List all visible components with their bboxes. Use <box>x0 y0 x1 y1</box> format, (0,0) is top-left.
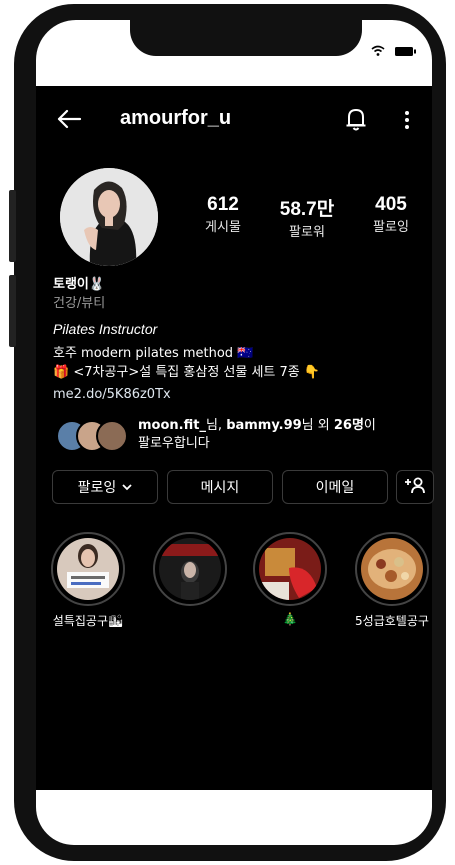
profile-username: amourfor_u <box>120 107 232 129</box>
highlight-ring <box>355 532 429 606</box>
highlight-label: 5성급호텔공구 <box>355 614 429 628</box>
status-bar <box>371 42 417 61</box>
stat-posts-label: 게시물 <box>205 220 241 235</box>
highlight-thumbnail <box>259 538 321 600</box>
stat-posts-count: 612 <box>207 194 239 215</box>
stat-followers[interactable]: 58.7만 팔로워 <box>268 194 346 240</box>
phone-side-button <box>9 275 16 347</box>
profile-name: 토랭이🐰 <box>53 277 106 292</box>
profile-header: amourfor_u <box>36 100 432 140</box>
mutual-follower-name: moon.fit_ <box>138 418 206 433</box>
highlight-ring <box>51 532 125 606</box>
avatar <box>96 420 128 452</box>
stat-following-count: 405 <box>375 194 407 215</box>
highlight-item[interactable] <box>150 532 230 612</box>
stat-posts[interactable]: 612 게시물 <box>192 194 254 235</box>
profile-title: Pilates Instructor <box>53 321 158 337</box>
mutual-text: 님 외 <box>301 418 334 433</box>
profile-category: 건강/뷰티 <box>53 296 106 311</box>
avatar[interactable] <box>60 168 158 266</box>
mutual-count: 26명 <box>333 418 364 433</box>
phone-side-button <box>9 190 16 262</box>
following-button-label: 팔로잉 <box>77 480 117 496</box>
mutual-text: 이 <box>363 418 376 433</box>
message-button-label: 메시지 <box>200 480 240 496</box>
bio-line-2: 🎁 <7차공구>설 특집 홍삼정 선물 세트 7종 👇 <box>53 365 321 380</box>
stat-followers-count: 58.7만 <box>279 199 335 220</box>
stat-following[interactable]: 405 팔로잉 <box>360 194 422 235</box>
highlight-thumbnail <box>361 538 423 600</box>
highlight-ring <box>153 532 227 606</box>
highlight-item[interactable]: 5성급호텔공구 <box>352 532 432 629</box>
mutual-followers-text[interactable]: moon.fit_님, bammy.99님 외 26명이 팔로우합니다 <box>138 417 376 453</box>
phone-notch <box>130 14 362 56</box>
home-indicator-area <box>36 790 432 845</box>
highlight-thumbnail <box>57 538 119 600</box>
profile-screen: amourfor_u 612 게시물 58.7만 팔로워 405 팔로잉 토랭이… <box>36 86 434 790</box>
highlight-item[interactable]: 설특집공구🏙 <box>48 532 128 629</box>
highlight-label: 🎄 <box>282 612 298 626</box>
bell-icon[interactable] <box>345 106 367 136</box>
add-person-button[interactable] <box>396 470 434 504</box>
arrow-left-icon[interactable] <box>56 108 82 134</box>
more-vertical-icon[interactable] <box>404 110 410 134</box>
email-button[interactable]: 이메일 <box>282 470 388 504</box>
mutual-follower-name: bammy.99 <box>226 418 302 433</box>
message-button[interactable]: 메시지 <box>167 470 273 504</box>
highlight-label: 설특집공구🏙 <box>52 614 124 628</box>
following-button[interactable]: 팔로잉 <box>52 470 158 504</box>
highlight-ring <box>253 532 327 606</box>
profile-link[interactable]: me2.do/5K86z0Tx <box>53 386 171 404</box>
mutual-text: 님, <box>205 418 227 433</box>
stat-followers-label: 팔로워 <box>289 225 325 240</box>
battery-icon <box>395 42 417 61</box>
mutual-followers-avatars[interactable] <box>56 418 136 452</box>
highlight-item[interactable]: 🎄 <box>250 532 330 626</box>
stat-following-label: 팔로잉 <box>373 220 409 235</box>
highlight-thumbnail <box>159 538 221 600</box>
chevron-down-icon <box>122 479 132 495</box>
add-person-icon <box>404 476 426 498</box>
email-button-label: 이메일 <box>315 480 355 496</box>
mutual-text: 팔로우합니다 <box>138 436 210 451</box>
wifi-icon <box>371 42 385 61</box>
bio-line-1: 호주 modern pilates method 🇦🇺 <box>53 346 254 361</box>
